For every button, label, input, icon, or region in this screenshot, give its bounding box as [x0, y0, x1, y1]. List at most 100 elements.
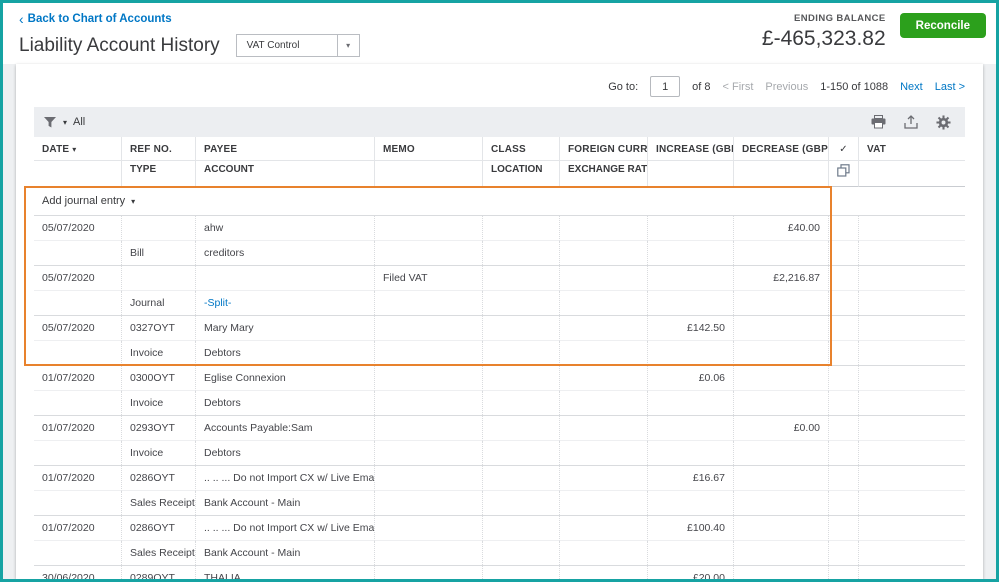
cell-class — [483, 566, 560, 579]
cell-cleared-blank — [829, 241, 859, 265]
cell-memo — [375, 516, 483, 541]
cell-memo — [375, 216, 483, 241]
col-header-date[interactable]: DATE▾ — [34, 137, 122, 161]
cell-account: creditors — [196, 241, 375, 265]
transaction-row[interactable]: 01/07/20200286OYT.. .. ... Do not Import… — [34, 516, 965, 566]
filter-bar-actions — [871, 115, 955, 130]
cell-type: Journal — [122, 291, 196, 315]
print-button[interactable] — [871, 115, 886, 129]
cell-decrease: £2,216.87 — [734, 266, 829, 291]
cell-date-blank — [34, 291, 122, 315]
transaction-row[interactable]: 05/07/2020Filed VAT£2,216.87Journal-Spli… — [34, 266, 965, 316]
cell-payee: ahw — [196, 216, 375, 241]
cell-class — [483, 316, 560, 341]
cell-type: Sales Receipt — [122, 541, 196, 565]
cell-memo — [375, 366, 483, 391]
cell-increase: £142.50 — [648, 316, 734, 341]
cell-date: 01/07/2020 — [34, 366, 122, 391]
transaction-line: Sales ReceiptBank Account - Main — [34, 491, 965, 515]
cell-cleared-blank — [829, 341, 859, 365]
col-header-exchange-rate: EXCHANGE RATE — [560, 161, 648, 187]
cell-class — [483, 366, 560, 391]
caret-down-icon: ▾ — [63, 118, 67, 127]
cell-date: 05/07/2020 — [34, 216, 122, 241]
col-header-increase: INCREASE (GBP) — [648, 137, 734, 161]
transaction-line: 30/06/20200289OYTTHALIA£20.00 — [34, 566, 965, 579]
col-header-type: TYPE — [122, 161, 196, 187]
cell-increase-blank — [648, 391, 734, 415]
caret-down-icon: ▾ — [131, 197, 135, 206]
cell-vat-blank — [859, 341, 965, 365]
cell-increase-blank — [648, 441, 734, 465]
first-page-link[interactable]: < First — [723, 81, 754, 93]
cell-type: Invoice — [122, 441, 196, 465]
cell-account: Bank Account - Main — [196, 541, 375, 565]
cell-exchange-rate — [560, 241, 648, 265]
cell-memo — [375, 416, 483, 441]
account-select-value[interactable]: VAT Control — [236, 34, 338, 57]
col-header-blank — [648, 161, 734, 187]
previous-page-link[interactable]: Previous — [765, 81, 808, 93]
transaction-row[interactable]: 01/07/20200293OYTAccounts Payable:Sam£0.… — [34, 416, 965, 466]
chevron-down-icon[interactable]: ▾ — [338, 34, 360, 57]
transaction-line: 01/07/20200293OYTAccounts Payable:Sam£0.… — [34, 416, 965, 441]
cell-increase: £0.06 — [648, 366, 734, 391]
transaction-line: 05/07/2020 ahw £40.00 — [34, 216, 965, 241]
cell-exchange-rate — [560, 341, 648, 365]
cell-decrease: £0.00 — [734, 416, 829, 441]
cell-decrease-blank — [734, 491, 829, 515]
next-page-link[interactable]: Next — [900, 81, 923, 93]
cell-ref-no — [122, 266, 196, 291]
copy-icon-cell[interactable] — [829, 161, 859, 187]
cell-vat — [859, 466, 965, 491]
cell-payee: Accounts Payable:Sam — [196, 416, 375, 441]
reconcile-button[interactable]: Reconcile — [900, 13, 986, 38]
transaction-row[interactable]: 30/06/20200289OYTTHALIA£20.00 — [34, 566, 965, 579]
transaction-row[interactable]: 05/07/2020 ahw £40.00 Billcreditors — [34, 216, 965, 266]
transaction-row[interactable]: 01/07/20200300OYTEglise Connexion£0.06In… — [34, 366, 965, 416]
cell-increase: £100.40 — [648, 516, 734, 541]
cell-increase-blank — [648, 291, 734, 315]
transaction-line: Journal-Split- — [34, 291, 965, 315]
col-header-blank — [375, 161, 483, 187]
cell-date: 05/07/2020 — [34, 266, 122, 291]
highlighted-group: Add journal entry ▾ 05/07/2020 ahw £40.00 B… — [34, 187, 965, 366]
cell-exchange-rate — [560, 541, 648, 565]
col-header-location: LOCATION — [483, 161, 560, 187]
cell-vat — [859, 216, 965, 241]
cell-foreign-currency — [560, 266, 648, 291]
transaction-line: InvoiceDebtors — [34, 341, 965, 365]
cell-vat — [859, 266, 965, 291]
transaction-line: 05/07/2020Filed VAT£2,216.87 — [34, 266, 965, 291]
cell-type: Bill — [122, 241, 196, 265]
cell-cleared-blank — [829, 291, 859, 315]
cell-increase — [648, 266, 734, 291]
add-journal-entry-dropdown[interactable]: Add journal entry ▾ — [34, 187, 965, 216]
filter-value-label: All — [73, 116, 85, 128]
split-link[interactable]: -Split- — [196, 291, 375, 315]
export-button[interactable] — [904, 115, 918, 129]
copy-icon — [837, 164, 850, 177]
account-select[interactable]: VAT Control ▾ — [236, 34, 360, 57]
transaction-row[interactable]: 01/07/20200286OYT.. .. ... Do not Import… — [34, 466, 965, 516]
cell-payee: Eglise Connexion — [196, 366, 375, 391]
cell-increase-blank — [648, 341, 734, 365]
cell-decrease: £40.00 — [734, 216, 829, 241]
goto-page-input[interactable] — [650, 76, 680, 97]
cell-foreign-currency — [560, 566, 648, 579]
cell-memo-blank — [375, 441, 483, 465]
back-link[interactable]: ‹ Back to Chart of Accounts — [19, 13, 172, 25]
cell-foreign-currency — [560, 366, 648, 391]
cell-increase-blank — [648, 541, 734, 565]
transaction-row[interactable]: 05/07/20200327OYTMary Mary£142.50Invoice… — [34, 316, 965, 366]
cell-increase-blank — [648, 491, 734, 515]
last-page-link[interactable]: Last > — [935, 81, 965, 93]
col-header-cleared-check-icon: ✓ — [829, 137, 859, 161]
settings-button[interactable] — [936, 115, 951, 130]
content-card: Go to: of 8 < First Previous 1-150 of 10… — [16, 64, 983, 579]
cell-cleared-blank — [829, 441, 859, 465]
filter-dropdown[interactable]: ▾ All — [44, 116, 85, 128]
col-header-decrease: DECREASE (GBP) — [734, 137, 829, 161]
cell-decrease-blank — [734, 291, 829, 315]
cell-account: Debtors — [196, 441, 375, 465]
